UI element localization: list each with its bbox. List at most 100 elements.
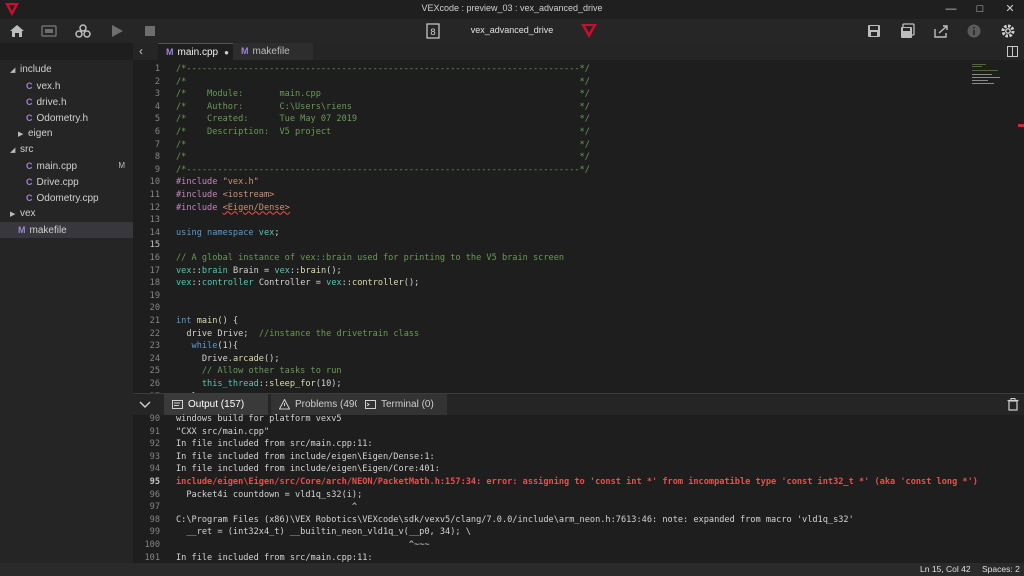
file-icon: M — [166, 47, 174, 57]
tree-file-main-cpp[interactable]: Cmain.cpp M — [0, 158, 133, 174]
output-line[interactable]: 94 In file included from include/eigen\Ei… — [133, 463, 1024, 476]
code-line[interactable]: 13 — [133, 214, 968, 227]
line-number: 18 — [149, 278, 160, 289]
code-text: /* */ — [176, 139, 590, 150]
code-line[interactable]: 5 /* Created: Tue May 07 2019 */ — [133, 113, 968, 126]
output-line[interactable]: 99 __ret = (int32x4_t) __builtin_neon_vl… — [133, 526, 1024, 539]
tree-folder-eigen[interactable]: ▶ eigen — [0, 126, 133, 142]
tree-folder-vex[interactable]: ▶ vex — [0, 206, 133, 222]
tree-file-drive-cpp[interactable]: C Drive.cpp — [0, 174, 133, 190]
device-icon[interactable] — [40, 23, 58, 39]
code-line[interactable]: 16 // A global instance of vex::brain use… — [133, 252, 968, 265]
close-button[interactable]: ✕ — [1003, 2, 1017, 16]
code-line[interactable]: 21 int main() { — [133, 315, 968, 328]
indent-setting[interactable]: Spaces: 2 — [982, 563, 1020, 576]
share-icon[interactable] — [932, 23, 950, 39]
output-line[interactable]: 98 C:\Program Files (x86)\VEX Robotics\VE… — [133, 514, 1024, 527]
code-line[interactable]: 1 /*-------------------------------------… — [133, 63, 968, 76]
run-icon[interactable] — [108, 23, 126, 39]
code-text: /* Module: main.cpp */ — [176, 89, 590, 100]
terminal-icon — [365, 400, 376, 409]
code-text: /* Created: Tue May 07 2019 */ — [176, 114, 590, 125]
code-line[interactable]: 22 drive Drive; //instance the drivetrai… — [133, 328, 968, 341]
code-line[interactable]: 24 Drive.arcade(); — [133, 353, 968, 366]
code-line[interactable]: 25 // Allow other tasks to run — [133, 365, 968, 378]
cursor-position[interactable]: Ln 15, Col 42 — [920, 563, 971, 576]
split-editor-icon[interactable] — [1007, 46, 1018, 57]
code-line[interactable]: 2 /* */ — [133, 76, 968, 89]
line-number: 5 — [154, 114, 160, 125]
file-icon: C — [26, 193, 33, 203]
build-icon[interactable] — [74, 23, 92, 39]
chevron-down-icon[interactable] — [139, 399, 151, 409]
settings-icon[interactable] — [999, 23, 1017, 39]
code-line[interactable]: 10 #include "vex.h" — [133, 176, 968, 189]
file-icon: C — [26, 161, 33, 171]
tab-label: main.cpp — [177, 47, 219, 58]
code-line[interactable]: 9 /*-------------------------------------… — [133, 164, 968, 177]
output-line[interactable]: 90 windows build for platform vexv5 — [133, 413, 1024, 426]
output-line[interactable]: 96 Packet4i countdown = vld1q_s32(i); — [133, 489, 1024, 502]
home-icon[interactable] — [8, 23, 26, 39]
line-number: 100 — [144, 540, 160, 550]
output-line[interactable]: 92 In file included from src/main.cpp:11: — [133, 438, 1024, 451]
tree-folder-include[interactable]: ◢ include — [0, 62, 133, 78]
line-number: 96 — [149, 489, 160, 500]
code-line[interactable]: 8 /* */ — [133, 151, 968, 164]
tree-file-odometry-cpp[interactable]: C Odometry.cpp — [0, 190, 133, 206]
output-line[interactable]: 100 ^~~~ — [133, 539, 1024, 552]
line-number: 92 — [149, 439, 160, 450]
output-line[interactable]: 91 "CXX src/main.cpp" — [133, 426, 1024, 439]
expanded-arrow-icon: ◢ — [10, 67, 16, 74]
line-number: 12 — [149, 202, 160, 213]
output-line[interactable]: 97 ^ — [133, 501, 1024, 514]
save-as-icon[interactable] — [899, 23, 917, 39]
output-text: include/eigen\Eigen/src/Core/arch/NEON/P… — [176, 477, 978, 487]
output-text: ^ — [176, 502, 358, 513]
code-line[interactable]: 6 /* Description: V5 project */ — [133, 126, 968, 139]
tree-file-vex-h[interactable]: Cvex.h — [0, 78, 133, 94]
code-line[interactable]: 18 vex::controller Controller = vex::cont… — [133, 277, 968, 290]
tab-terminal[interactable]: Terminal (0) — [357, 394, 447, 415]
back-arrow-icon[interactable]: ‹ — [139, 45, 143, 57]
stop-icon[interactable] — [141, 23, 159, 39]
tree-folder-src[interactable]: ◢ src — [0, 142, 133, 158]
code-line[interactable]: 15 — [133, 239, 968, 252]
output-text: In file included from include/eigen\Eige… — [176, 451, 435, 462]
modified-dot-icon: ● — [224, 48, 229, 57]
line-number: 3 — [154, 89, 160, 100]
save-icon[interactable] — [865, 23, 883, 39]
code-line[interactable]: 14 using namespace vex; — [133, 227, 968, 240]
project-name[interactable]: vex_advanced_drive — [460, 25, 564, 35]
code-line[interactable]: 26 this_thread::sleep_for(10); — [133, 378, 968, 391]
code-line[interactable]: 11 #include <iostream> — [133, 189, 968, 202]
code-line[interactable]: 4 /* Author: C:\Users\riens */ — [133, 101, 968, 114]
tab-output[interactable]: Output (157) — [164, 394, 268, 415]
vex-logo-icon — [581, 24, 597, 38]
info-icon[interactable] — [965, 23, 983, 39]
line-number: 9 — [154, 164, 160, 175]
tree-file-drive-h[interactable]: Cdrive.h — [0, 94, 133, 110]
minimap[interactable] — [968, 60, 1024, 393]
code-line[interactable]: 7 /* */ — [133, 139, 968, 152]
code-line[interactable]: 12 #include <Eigen/Dense> — [133, 202, 968, 215]
minimize-button[interactable]: — — [944, 2, 958, 16]
output-error-line[interactable]: 95 include/eigen\Eigen/src/Core/arch/NEON… — [133, 476, 1024, 489]
output-line[interactable]: 93 In file included from include/eigen\Ei… — [133, 451, 1024, 464]
preprocessor-directive: #include — [176, 202, 223, 213]
code-line[interactable]: 23 while(1){ — [133, 340, 968, 353]
toolbar: 8 vex_advanced_drive — [0, 19, 1024, 43]
code-line[interactable]: 19 — [133, 290, 968, 303]
code-text: /*--------------------------------------… — [176, 64, 590, 74]
tab-makefile[interactable]: Mmakefile — [233, 43, 313, 60]
code-line[interactable]: 17 vex::brain Brain = vex::brain(); — [133, 265, 968, 278]
slot-icon[interactable]: 8 — [424, 23, 442, 39]
tree-file-makefile[interactable]: Mmakefile — [0, 222, 133, 238]
code-line[interactable]: 20 — [133, 302, 968, 315]
code-editor[interactable]: 1 /*-------------------------------------… — [133, 60, 1024, 393]
output-icon — [172, 400, 183, 409]
tree-file-odometry-h[interactable]: C Odometry.h — [0, 110, 133, 126]
code-line[interactable]: 3 /* Module: main.cpp */ — [133, 88, 968, 101]
maximize-button[interactable]: □ — [973, 2, 987, 16]
trash-icon[interactable] — [1007, 398, 1019, 411]
